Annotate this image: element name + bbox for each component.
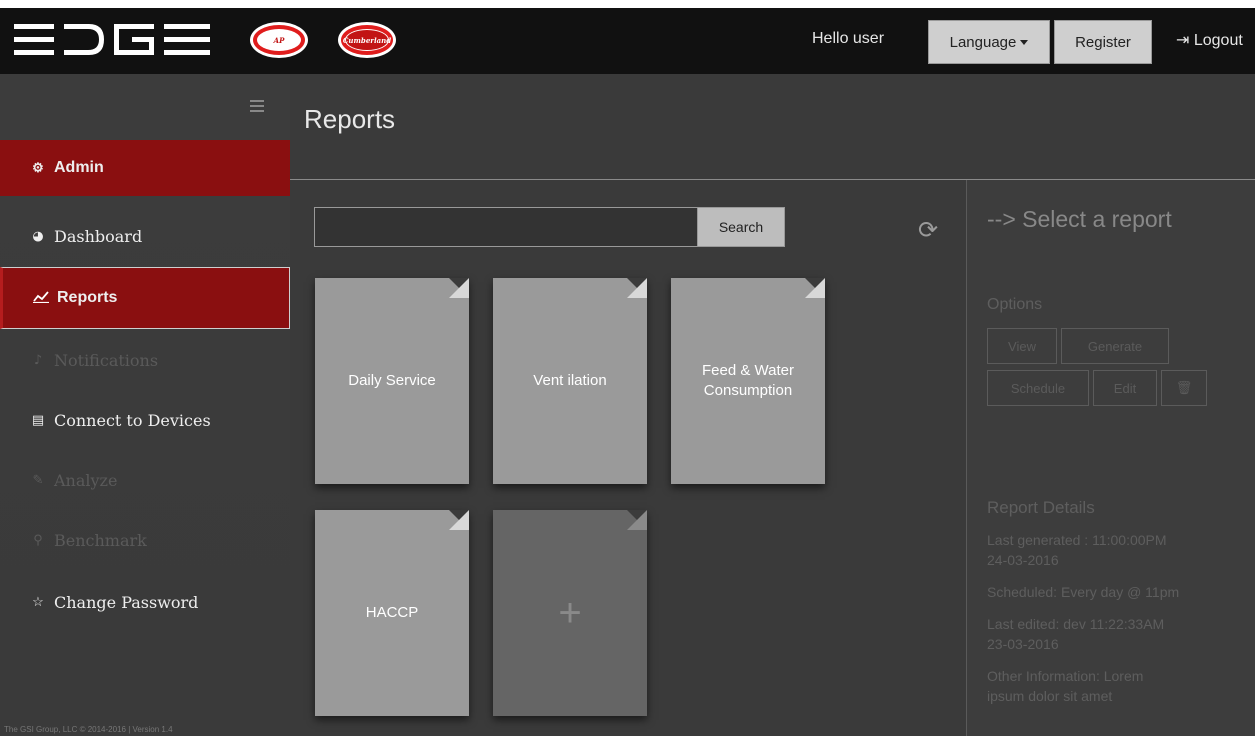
sidebar-item-label: Analyze: [54, 470, 118, 490]
schedule-button[interactable]: Schedule: [987, 370, 1089, 406]
page-fold-icon: [449, 510, 469, 530]
trash-icon: 🗑: [1175, 380, 1193, 395]
refresh-icon[interactable]: ⟳: [918, 216, 938, 245]
plus-icon: +: [558, 591, 582, 635]
edit-button-label: Edit: [1113, 380, 1137, 396]
sidebar-item-label: Connect to Devices: [54, 410, 211, 430]
generate-button-label: Generate: [1087, 338, 1143, 354]
report-card-label: HACCP: [365, 604, 419, 621]
footer-copyright: The GSI Group, LLC © 2014-2016 | Version…: [4, 725, 173, 734]
ap-logo-text: AP: [257, 29, 301, 51]
last-edited-text: Last edited: dev 11:22:33AM: [987, 616, 1165, 632]
edge-logo[interactable]: [14, 22, 234, 58]
logout-label: Logout: [1193, 32, 1243, 49]
sidebar-item-label: Benchmark: [54, 530, 147, 550]
report-details-heading: Report Details: [987, 498, 1095, 517]
sidebar-item-analyze[interactable]: ✎ Analyze: [0, 452, 290, 508]
report-card-label: Daily Service: [348, 372, 436, 389]
register-label: Register: [1075, 33, 1131, 51]
report-card-haccp[interactable]: HACCP: [315, 510, 469, 716]
view-button-label: View: [1008, 338, 1036, 354]
ap-logo-badge: AP: [250, 22, 308, 58]
sidebar-item-admin[interactable]: ⚙ Admin: [0, 140, 290, 196]
language-label: Language: [949, 33, 1017, 51]
search-input[interactable]: [314, 207, 698, 247]
page-fold-icon: [627, 278, 647, 298]
sidebar-item-label: Change Password: [54, 592, 199, 612]
last-edited-date: 23-03-2016: [987, 636, 1059, 652]
generate-button[interactable]: Generate: [1061, 328, 1169, 364]
add-report-card[interactable]: +: [493, 510, 647, 716]
panel-title: --> Select a report: [987, 206, 1172, 232]
options-heading: Options: [987, 296, 1043, 313]
cumberland-logo-badge: Cumberland: [338, 22, 396, 58]
sidebar-item-dashboard[interactable]: ◕ Dashboard: [0, 208, 290, 264]
sidebar-item-connect-devices[interactable]: ▤ Connect to Devices: [0, 392, 290, 448]
bell-icon: ♪: [33, 352, 43, 368]
sidebar-item-label: Reports: [57, 289, 118, 306]
report-card-ventilation[interactable]: Vent ilation: [493, 278, 647, 484]
sign-out-icon: ⇥: [1176, 32, 1190, 49]
gear-icon: ⚙: [32, 160, 44, 175]
star-icon: ☆: [32, 594, 44, 610]
other-info-text-2: ipsum dolor sit amet: [987, 688, 1113, 704]
report-card-label: Feed & Water: [702, 362, 794, 379]
language-dropdown[interactable]: Language: [928, 20, 1050, 64]
cumberland-logo-text: Cumberland: [343, 29, 391, 51]
sidebar: ⚙ Admin ◕ Dashboard Reports ♪ Notificati…: [0, 74, 290, 736]
other-info-text: Other Information: Lorem: [987, 668, 1144, 684]
line-chart-icon: [33, 290, 49, 306]
report-card-label-line2: Consumption: [703, 382, 793, 399]
report-details-panel: --> Select a report Options View Generat…: [966, 180, 1255, 736]
app-window: AP Cumberland Hello user Language Regist…: [0, 8, 1255, 736]
last-generated-text: Last generated : 11:00:00PM: [987, 532, 1167, 548]
search-button-label: Search: [718, 219, 764, 235]
view-button[interactable]: View: [987, 328, 1057, 364]
sidebar-item-change-password[interactable]: ☆ Change Password: [0, 574, 290, 630]
register-button[interactable]: Register: [1054, 20, 1152, 64]
greeting-text: Hello user: [812, 30, 885, 47]
report-card-label: Vent ilation: [533, 372, 607, 389]
last-generated-date: 24-03-2016: [987, 552, 1059, 568]
report-card-feed-water[interactable]: Feed & Water Consumption: [671, 278, 825, 484]
page-fold-icon: [627, 510, 647, 530]
sidebar-item-label: Dashboard: [54, 226, 143, 246]
sidebar-item-benchmark[interactable]: ⚲ Benchmark: [0, 512, 290, 568]
menu-toggle-icon[interactable]: [250, 100, 264, 112]
keyboard-icon: ▤: [31, 412, 45, 428]
logout-button[interactable]: ⇥ Logout: [1176, 30, 1243, 50]
caret-down-icon: [1020, 39, 1029, 45]
pie-chart-icon: ◕: [32, 228, 44, 244]
page-title: Reports: [304, 104, 396, 134]
map-pin-icon: ⚲: [33, 532, 43, 548]
schedule-button-label: Schedule: [1010, 380, 1066, 396]
top-navbar: AP Cumberland Hello user Language Regist…: [0, 8, 1255, 74]
delete-button[interactable]: 🗑: [1161, 370, 1207, 406]
pencil-icon: ✎: [32, 472, 44, 488]
page-fold-icon: [449, 278, 469, 298]
search-button[interactable]: Search: [697, 207, 785, 247]
sidebar-item-reports[interactable]: Reports: [0, 267, 290, 329]
scheduled-text: Scheduled: Every day @ 11pm: [987, 584, 1180, 600]
sidebar-item-label: Notifications: [54, 350, 159, 370]
report-card-daily-service[interactable]: Daily Service: [315, 278, 469, 484]
sidebar-item-label: Admin: [54, 159, 104, 176]
sidebar-item-notifications[interactable]: ♪ Notifications: [0, 332, 290, 388]
page-fold-icon: [805, 278, 825, 298]
edit-button[interactable]: Edit: [1093, 370, 1157, 406]
